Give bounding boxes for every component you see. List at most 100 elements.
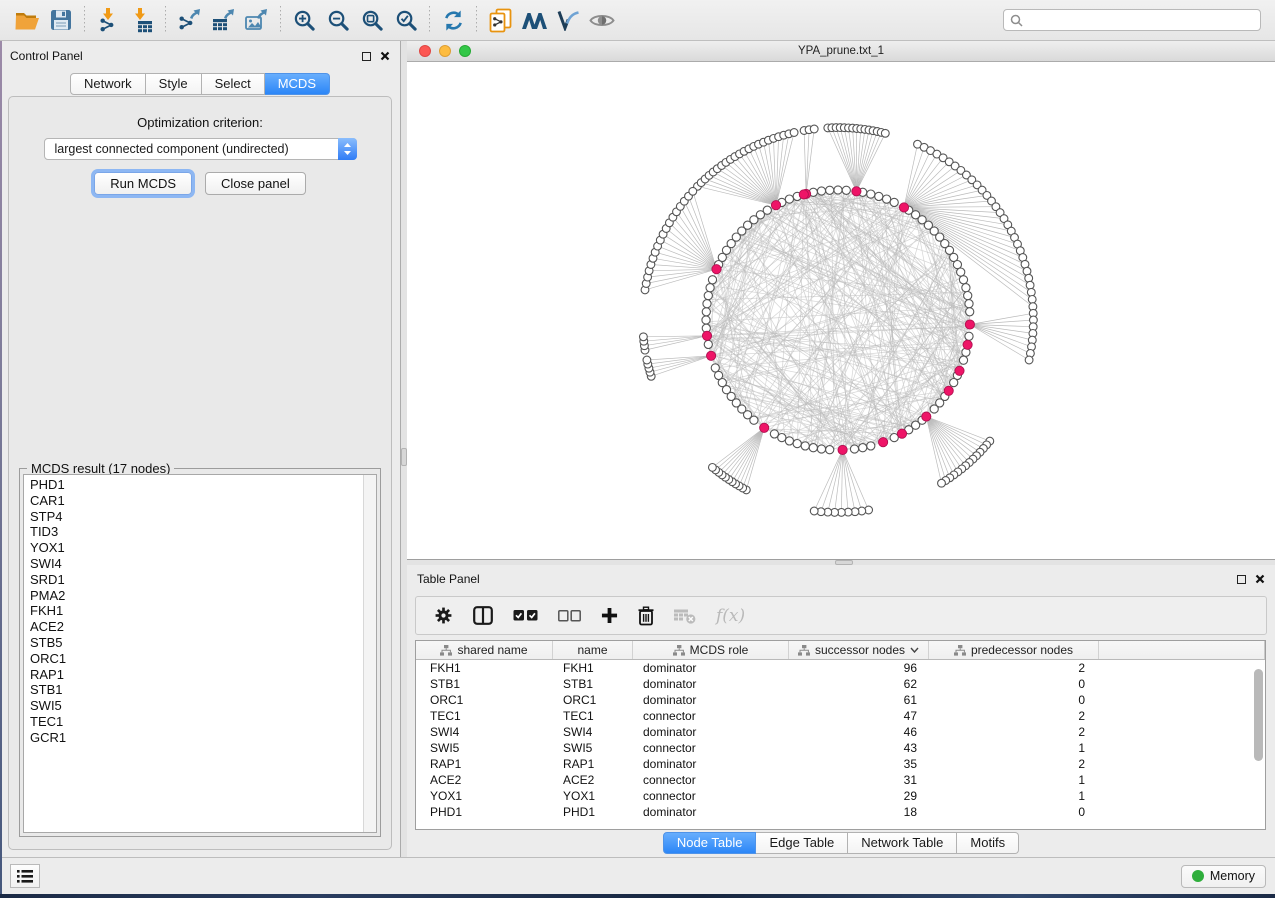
table-row[interactable]: PHD1PHD1dominator180: [416, 804, 1265, 820]
zoom-out-icon[interactable]: [321, 4, 355, 36]
save-session-icon[interactable]: [44, 4, 78, 36]
close-panel-icon[interactable]: [380, 51, 390, 61]
show-columns-icon[interactable]: [473, 606, 493, 625]
cell-predecessor-nodes: 0: [929, 677, 1099, 691]
task-history-button[interactable]: [10, 864, 40, 888]
ndex-share-icon[interactable]: [483, 4, 517, 36]
graphics-details-icon[interactable]: [551, 4, 585, 36]
open-file-icon[interactable]: [10, 4, 44, 36]
import-table-icon[interactable]: [125, 4, 159, 36]
deselect-all-icon[interactable]: [558, 610, 581, 622]
cell-shared-name: SWI5: [416, 741, 553, 755]
column-header-predecessor-nodes[interactable]: predecessor nodes: [929, 641, 1099, 659]
export-table-icon[interactable]: [206, 4, 240, 36]
delete-columns-icon[interactable]: [638, 606, 654, 626]
node-table[interactable]: shared name name MCDS role successor nodes p…: [415, 640, 1266, 830]
mcds-result-item[interactable]: CAR1: [24, 493, 376, 509]
column-label: successor nodes: [815, 643, 905, 657]
mcds-result-item[interactable]: FKH1: [24, 603, 376, 619]
mcds-result-item[interactable]: STB5: [24, 635, 376, 651]
column-label: shared name: [457, 643, 527, 657]
cytoscape-window: Control Panel NetworkStyleSelectMCDS Opt…: [0, 0, 1275, 894]
mcds-result-item[interactable]: RAP1: [24, 667, 376, 683]
table-row[interactable]: YOX1YOX1connector291: [416, 788, 1265, 804]
eye-icon[interactable]: [585, 4, 619, 36]
cell-shared-name: PHD1: [416, 805, 553, 819]
refresh-icon[interactable]: [436, 4, 470, 36]
tab-select[interactable]: Select: [202, 73, 265, 95]
run-mcds-button[interactable]: Run MCDS: [94, 172, 192, 195]
mcds-result-item[interactable]: SRD1: [24, 572, 376, 588]
mcds-result-item[interactable]: TEC1: [24, 714, 376, 730]
mcds-result-item[interactable]: ACE2: [24, 619, 376, 635]
table-panel: Table Panel f(x) shared namenameMCDS rol…: [407, 565, 1275, 857]
tab-node-table[interactable]: Node Table: [663, 832, 757, 854]
import-network-icon[interactable]: [91, 4, 125, 36]
zoom-in-icon[interactable]: [287, 4, 321, 36]
cell-successor-nodes: 43: [789, 741, 929, 755]
cell-shared-name: FKH1: [416, 661, 553, 675]
table-row[interactable]: FKH1FKH1dominator962: [416, 660, 1265, 676]
network-search-icon[interactable]: [517, 4, 551, 36]
tab-motifs[interactable]: Motifs: [957, 832, 1019, 854]
column-label: MCDS role: [690, 643, 749, 657]
table-row[interactable]: RAP1RAP1dominator352: [416, 756, 1265, 772]
export-image-icon[interactable]: [240, 4, 274, 36]
zoom-fit-icon[interactable]: [355, 4, 389, 36]
column-header-successor-nodes[interactable]: successor nodes: [789, 641, 929, 659]
network-canvas[interactable]: [407, 62, 1275, 559]
mcds-result-item[interactable]: ORC1: [24, 651, 376, 667]
create-column-icon[interactable]: [601, 607, 618, 624]
zoom-selected-icon[interactable]: [389, 4, 423, 36]
mcds-result-item[interactable]: STP4: [24, 509, 376, 525]
column-header-MCDS-role[interactable]: MCDS role: [633, 641, 789, 659]
network-search-box[interactable]: [1003, 9, 1261, 31]
table-row[interactable]: ORC1ORC1dominator610: [416, 692, 1265, 708]
select-all-icon[interactable]: [513, 609, 538, 622]
mcds-result-item[interactable]: GCR1: [24, 730, 376, 746]
mcds-list-scrollbar[interactable]: [363, 475, 376, 832]
table-row[interactable]: TEC1TEC1connector472: [416, 708, 1265, 724]
criterion-dropdown[interactable]: largest connected component (undirected): [44, 138, 357, 160]
network-title: YPA_prune.txt_1: [407, 45, 1275, 57]
float-table-panel-icon[interactable]: [1237, 575, 1246, 584]
cell-mcds-role: connector: [633, 709, 789, 723]
desktop-edge: [0, 41, 2, 894]
tab-network-table[interactable]: Network Table: [848, 832, 957, 854]
table-row[interactable]: SWI5SWI5connector431: [416, 740, 1265, 756]
cell-mcds-role: connector: [633, 789, 789, 803]
close-table-panel-icon[interactable]: [1255, 574, 1265, 584]
mcds-result-item[interactable]: TID3: [24, 524, 376, 540]
mcds-result-item[interactable]: PHD1: [24, 477, 376, 493]
cell-name: ACE2: [553, 773, 633, 787]
tab-style[interactable]: Style: [146, 73, 202, 95]
mcds-result-item[interactable]: STB1: [24, 682, 376, 698]
mcds-result-item[interactable]: SWI4: [24, 556, 376, 572]
export-network-icon[interactable]: [172, 4, 206, 36]
column-header-name[interactable]: name: [553, 641, 633, 659]
tab-edge-table[interactable]: Edge Table: [756, 832, 848, 854]
mcds-result-item[interactable]: YOX1: [24, 540, 376, 556]
table-row[interactable]: STB1STB1dominator620: [416, 676, 1265, 692]
table-toolbar: f(x): [415, 596, 1267, 635]
task-list-icon: [17, 870, 33, 883]
table-row[interactable]: ACE2ACE2connector311: [416, 772, 1265, 788]
tab-mcds[interactable]: MCDS: [265, 73, 330, 95]
toolbar-separator: [165, 6, 166, 34]
table-scrollbar-thumb[interactable]: [1254, 669, 1263, 761]
close-panel-button[interactable]: Close panel: [205, 172, 306, 195]
search-input[interactable]: [1028, 13, 1254, 27]
column-header-shared-name[interactable]: shared name: [416, 641, 553, 659]
float-panel-icon[interactable]: [362, 52, 371, 61]
network-graph[interactable]: [407, 62, 1273, 559]
table-row[interactable]: SWI4SWI4dominator462: [416, 724, 1265, 740]
memory-button[interactable]: Memory: [1181, 865, 1266, 888]
cell-predecessor-nodes: 2: [929, 757, 1099, 771]
mcds-result-item[interactable]: SWI5: [24, 698, 376, 714]
mcds-result-item[interactable]: PMA2: [24, 588, 376, 604]
table-options-gear-icon[interactable]: [434, 606, 453, 625]
tab-network[interactable]: Network: [70, 73, 146, 95]
mcds-result-list[interactable]: PHD1CAR1STP4TID3YOX1SWI4SRD1PMA2FKH1ACE2…: [23, 474, 377, 833]
network-window-titlebar: YPA_prune.txt_1: [407, 41, 1275, 62]
cell-shared-name: STB1: [416, 677, 553, 691]
